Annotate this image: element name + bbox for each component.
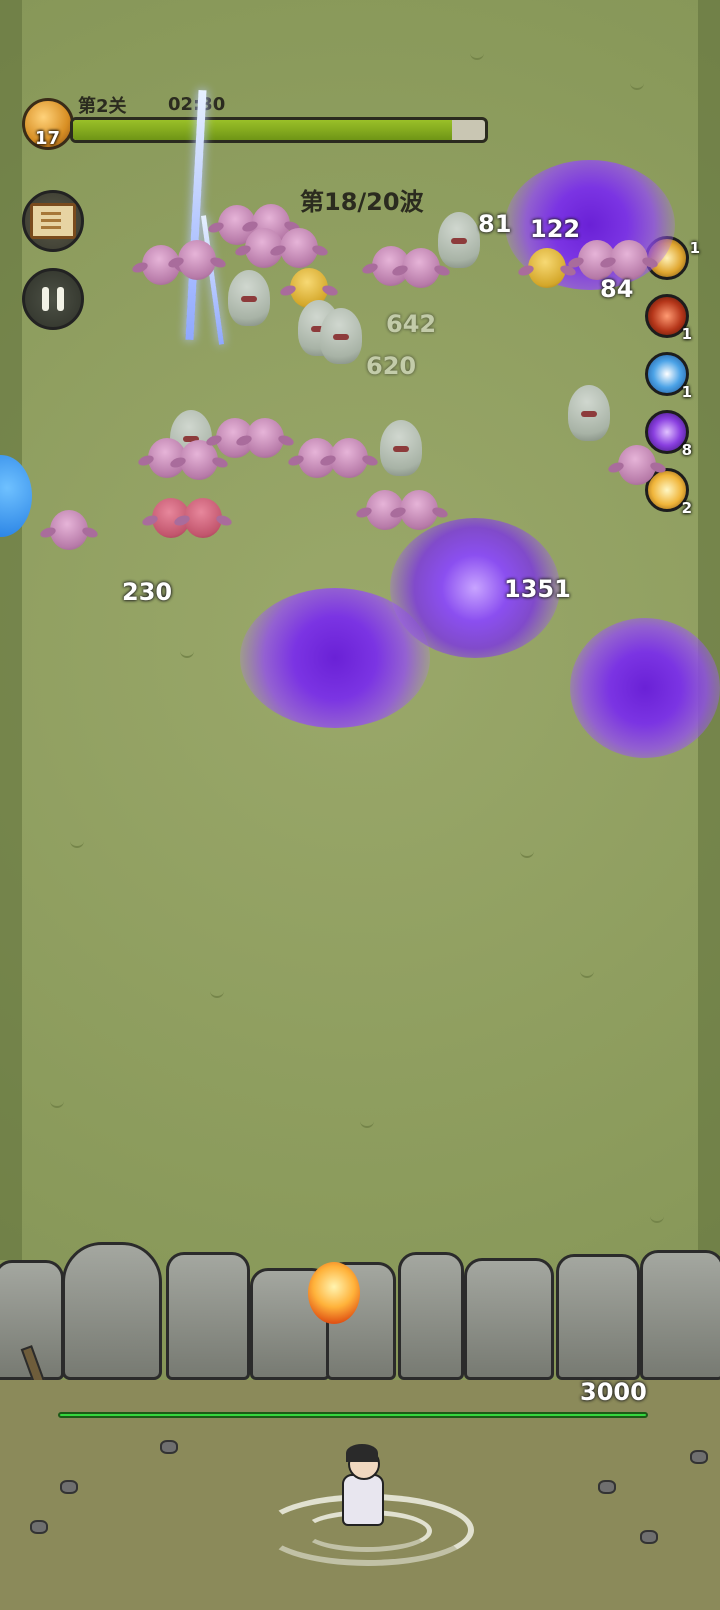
ghost-enemy xyxy=(568,385,610,441)
grass-tuft xyxy=(580,970,594,978)
stage-label: 第2关 xyxy=(78,96,127,117)
lightning-storm xyxy=(570,618,720,758)
grass-tuft xyxy=(70,840,84,848)
pause-icon xyxy=(42,287,49,311)
lightning-orb-icon: 8 xyxy=(645,410,692,459)
ghost-enemy xyxy=(320,308,362,364)
right-hedge xyxy=(698,0,720,1260)
ground-pebble xyxy=(60,1480,78,1494)
pink-bird-enemy xyxy=(400,490,438,530)
pink-bird-enemy xyxy=(330,438,368,478)
damage-number: 1351 xyxy=(504,575,571,603)
wall-rock xyxy=(464,1258,554,1380)
wall-rock xyxy=(398,1252,464,1380)
stone-wall xyxy=(0,1240,720,1380)
ghost-enemy xyxy=(380,420,422,476)
grass-tuft xyxy=(50,1100,64,1108)
pause-button[interactable] xyxy=(22,268,84,330)
pink-bird-enemy xyxy=(178,240,216,280)
ground-pebble xyxy=(640,1530,658,1544)
ground-pebble xyxy=(598,1480,616,1494)
fireball-projectile xyxy=(308,1262,360,1324)
damage-number: 620 xyxy=(366,352,417,380)
wall-rock xyxy=(640,1250,720,1380)
pink-bird-enemy xyxy=(280,228,318,268)
pink-bird-enemy xyxy=(402,248,440,288)
skill-count: 1 xyxy=(681,383,692,401)
grass-tuft xyxy=(180,650,194,658)
skill-count: 1 xyxy=(689,239,700,257)
skill-count: 8 xyxy=(681,441,692,459)
side-menu-tab[interactable] xyxy=(0,455,32,537)
frost-orb-icon: 1 xyxy=(645,352,692,401)
skill-count: 1 xyxy=(681,325,692,343)
wall-rock xyxy=(556,1254,640,1380)
skill-count: 2 xyxy=(681,499,692,517)
ghost-enemy xyxy=(228,270,270,326)
wave-counter: 第18/20波 xyxy=(300,188,424,216)
pink-bird-enemy xyxy=(180,440,218,480)
wall-rock xyxy=(62,1242,162,1380)
grass-tuft xyxy=(360,1120,374,1128)
player-level-number: 17 xyxy=(35,128,61,149)
hero-body xyxy=(342,1474,384,1526)
grass-tuft xyxy=(630,82,644,90)
pink-bird-enemy xyxy=(246,418,284,458)
damage-number: 230 xyxy=(122,578,173,606)
grass-tuft xyxy=(210,990,224,998)
left-hedge xyxy=(0,0,22,1260)
wall-hp-value: 3000 xyxy=(580,1378,647,1406)
pink-bird-enemy xyxy=(618,445,656,485)
damage-number: 642 xyxy=(386,310,437,338)
ground-pebble xyxy=(30,1520,48,1534)
player-level-badge: 17 xyxy=(22,98,74,150)
grass-tuft xyxy=(470,52,484,60)
damage-number: 122 xyxy=(530,215,581,243)
map-scroll-icon xyxy=(30,203,76,239)
game-stage[interactable]: 17 第2关 02:30 第18/20波 1 1 1 8 2 81 122 84… xyxy=(0,0,720,1610)
ground-pebble xyxy=(160,1440,178,1454)
damage-number: 84 xyxy=(600,275,634,303)
map-button[interactable] xyxy=(22,190,84,252)
red-bird-enemy xyxy=(184,498,222,538)
wave-progress-bar xyxy=(70,117,488,143)
wall-hp-bar xyxy=(58,1412,648,1418)
ground-pebble xyxy=(690,1450,708,1464)
hero-hair xyxy=(346,1444,378,1462)
wall-rock xyxy=(166,1252,250,1380)
yellow-bird-enemy xyxy=(528,248,566,288)
wave-progress-fill xyxy=(73,120,453,140)
pink-bird-enemy xyxy=(610,240,648,280)
hero-character[interactable] xyxy=(338,1444,384,1526)
ghost-enemy xyxy=(438,212,480,268)
grass-tuft xyxy=(650,1215,664,1223)
pink-bird-enemy xyxy=(50,510,88,550)
fire-orb-icon: 1 xyxy=(645,294,692,343)
damage-number: 81 xyxy=(478,210,512,238)
grass-tuft xyxy=(520,850,534,858)
pause-icon xyxy=(57,287,64,311)
